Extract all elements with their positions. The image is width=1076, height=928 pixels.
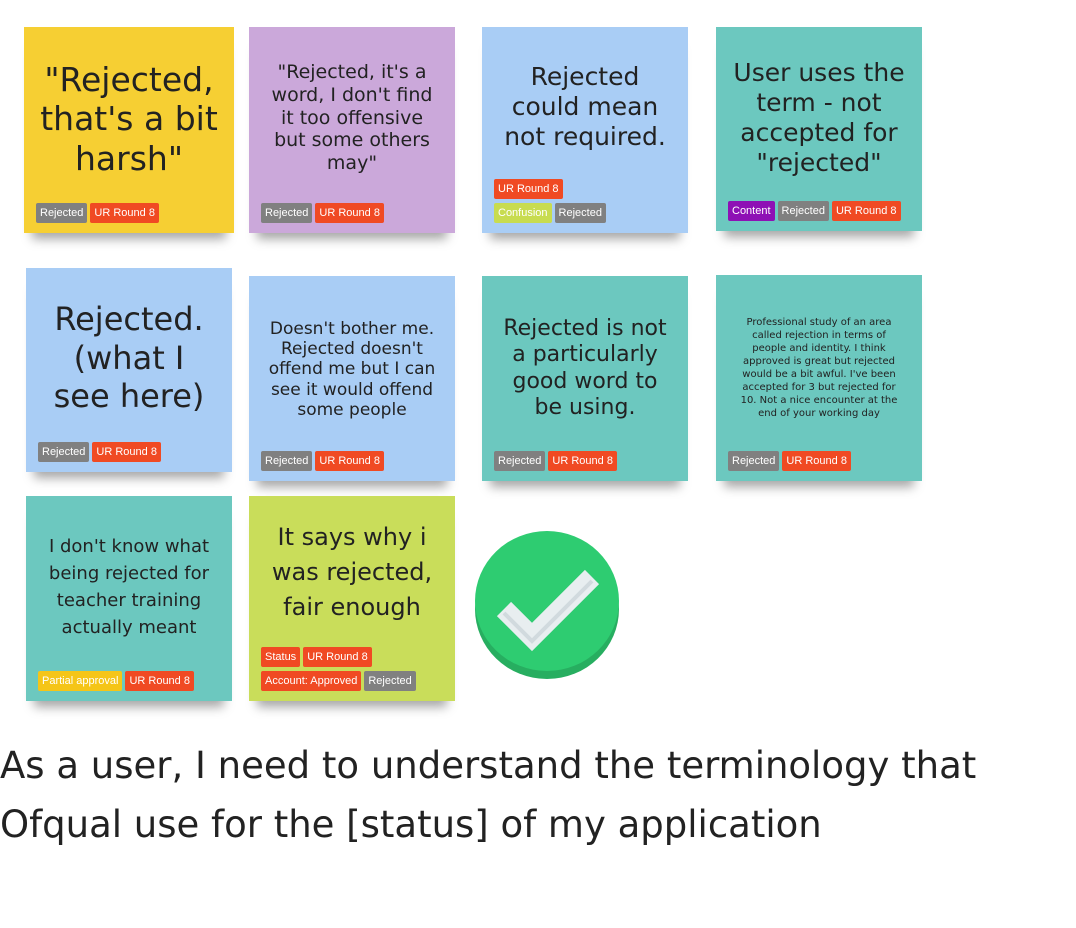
sticky-note-7[interactable]: Rejected is not a particularly good word…	[482, 276, 688, 481]
sticky-note-8[interactable]: Professional study of an area called rej…	[716, 275, 922, 481]
note-text: Rejected is not a particularly good word…	[503, 315, 667, 420]
note-tags: Rejected UR Round 8	[26, 438, 232, 472]
tag[interactable]: Rejected	[261, 451, 313, 471]
note-text: Professional study of an area called rej…	[740, 317, 898, 419]
tag[interactable]: Rejected	[36, 203, 88, 223]
user-story-line-1: As a user, I need to understand the term…	[0, 744, 977, 787]
note-text: Rejected. (what I see here)	[53, 300, 205, 416]
tag[interactable]: UR Round 8	[494, 179, 563, 199]
tag[interactable]: Status	[261, 647, 301, 667]
sticky-note-4[interactable]: User uses the term - not accepted for "r…	[716, 27, 922, 231]
tag[interactable]: Content	[728, 201, 775, 221]
tag[interactable]: Partial approval	[38, 671, 123, 691]
tag[interactable]: Rejected	[38, 442, 90, 462]
sticky-note-10[interactable]: It says why i was rejected, fair enough …	[249, 496, 455, 701]
user-story-line-2: Ofqual use for the [status] of my applic…	[0, 803, 822, 846]
note-text: "Rejected, that's a bit harsh"	[40, 59, 218, 178]
tag[interactable]: Rejected	[261, 203, 313, 223]
tag[interactable]: UR Round 8	[92, 442, 161, 462]
note-tags: UR Round 8 Confusion Rejected	[482, 175, 688, 233]
tag[interactable]: UR Round 8	[315, 203, 384, 223]
tag[interactable]: Rejected	[554, 203, 606, 223]
note-tags: Rejected UR Round 8	[716, 447, 922, 481]
sticky-note-2[interactable]: "Rejected, it's a word, I don't find it …	[249, 27, 455, 233]
checkmark-icon[interactable]	[474, 529, 620, 679]
tag[interactable]: Rejected	[364, 671, 416, 691]
tag[interactable]: Account: Approved	[261, 671, 362, 691]
user-story: As a user, I need to understand the term…	[0, 736, 976, 854]
note-tags: Rejected UR Round 8	[482, 447, 688, 481]
note-text: Rejected could mean not required.	[504, 62, 666, 151]
sticky-note-3[interactable]: Rejected could mean not required. UR Rou…	[482, 27, 688, 233]
note-tags: Partial approval UR Round 8	[26, 667, 232, 701]
note-tags: Rejected UR Round 8	[249, 447, 455, 481]
tag[interactable]: UR Round 8	[315, 451, 384, 471]
note-tags: Rejected UR Round 8	[24, 199, 234, 233]
note-tags: Status UR Round 8 Account: Approved Reje…	[249, 643, 455, 701]
tag[interactable]: Rejected	[494, 451, 546, 471]
sticky-note-1[interactable]: "Rejected, that's a bit harsh" Rejected …	[24, 27, 234, 233]
tag[interactable]: Rejected	[728, 451, 780, 471]
note-text: It says why i was rejected, fair enough	[271, 523, 433, 621]
note-tags: Rejected UR Round 8	[249, 199, 455, 233]
sticky-note-6[interactable]: Doesn't bother me. Rejected doesn't offe…	[249, 276, 455, 481]
note-tags: Content Rejected UR Round 8	[716, 197, 922, 231]
sticky-note-5[interactable]: Rejected. (what I see here) Rejected UR …	[26, 268, 232, 472]
tag[interactable]: UR Round 8	[782, 451, 851, 471]
tag[interactable]: UR Round 8	[831, 201, 901, 221]
note-text: "Rejected, it's a word, I don't find it …	[271, 61, 433, 175]
tag[interactable]: UR Round 8	[125, 671, 194, 691]
tag[interactable]: UR Round 8	[303, 647, 372, 667]
note-text: User uses the term - not accepted for "r…	[733, 58, 905, 177]
tag[interactable]: Rejected	[777, 201, 829, 221]
tag[interactable]: Confusion	[494, 203, 552, 223]
note-text: I don't know what being rejected for tea…	[48, 535, 210, 638]
sticky-note-9[interactable]: I don't know what being rejected for tea…	[26, 496, 232, 701]
note-text: Doesn't bother me. Rejected doesn't offe…	[268, 318, 436, 421]
tag[interactable]: UR Round 8	[548, 451, 617, 471]
tag[interactable]: UR Round 8	[90, 203, 159, 223]
